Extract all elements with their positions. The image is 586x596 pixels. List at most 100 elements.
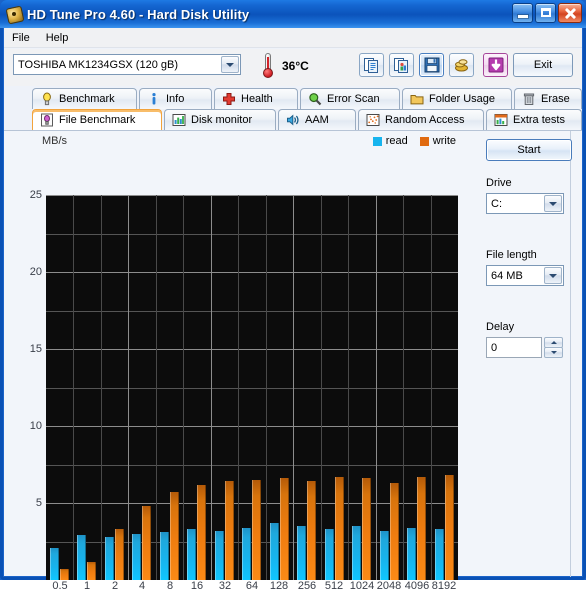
chart-bar-read <box>105 536 114 580</box>
tab-info[interactable]: Info <box>139 88 212 109</box>
chevron-down-icon[interactable] <box>221 56 239 73</box>
delay-label: Delay <box>486 321 515 333</box>
drive-label: Drive <box>486 177 512 189</box>
red-cross-icon <box>222 92 236 106</box>
thermometer-icon <box>260 52 276 78</box>
start-button[interactable]: Start <box>486 139 572 161</box>
chart-bar-write <box>335 476 344 580</box>
window-frame: HD Tune Pro 4.60 - Hard Disk Utility Fil… <box>0 0 586 592</box>
chart-bar-write <box>225 481 234 580</box>
drive-combo[interactable]: C: <box>486 193 564 214</box>
chart-bar-read <box>77 535 86 580</box>
menu-bar: File Help <box>4 28 582 48</box>
tab-random-access[interactable]: Random Access <box>358 109 484 130</box>
chart-x-tick-label: 4096 <box>404 580 430 592</box>
menu-item-file[interactable]: File <box>12 32 30 44</box>
chart-gridline-v <box>238 195 239 580</box>
chart-bar-read <box>242 527 251 580</box>
gold-coins-button[interactable] <box>449 53 474 77</box>
chart-bar-write <box>197 484 206 580</box>
tab-info-label: Info <box>166 93 185 105</box>
maximize-button[interactable] <box>535 3 556 23</box>
chart-gridline-h <box>46 272 458 273</box>
chart-bar-write <box>87 561 96 580</box>
chart-gridline-v <box>183 195 184 580</box>
exit-button[interactable]: Exit <box>513 53 573 77</box>
chart-bar-read <box>407 527 416 580</box>
chart-x-tick-label: 0.5 <box>52 580 68 592</box>
benchmark-chart: MB/s read write 5 10 15 20 25 0.5 1 2 4 8 16 <box>4 131 474 592</box>
tab-health[interactable]: Health <box>214 88 298 109</box>
chart-x-tick-label: 8 <box>166 580 174 592</box>
window-title: HD Tune Pro 4.60 - Hard Disk Utility <box>27 6 250 22</box>
copy-text-button[interactable] <box>359 53 384 77</box>
chart-x-tick-label: 1024 <box>349 580 375 592</box>
chart-plot-area <box>46 195 458 580</box>
chart-bar-read <box>380 530 389 580</box>
file-length-combo[interactable]: 64 MB <box>486 265 564 286</box>
tab-benchmark[interactable]: Benchmark <box>32 88 137 109</box>
chart-legend: read write <box>372 135 456 147</box>
chart-gridline-h-minor <box>46 464 458 466</box>
download-arrow-icon <box>488 57 503 73</box>
legend-swatch-read <box>372 136 382 146</box>
chart-bar-read <box>435 529 444 580</box>
chart-gridline-h-minor <box>46 233 458 235</box>
legend-label-read: read <box>385 135 408 147</box>
chart-x-tick-label: 8192 <box>431 580 457 592</box>
legend-swatch-write <box>419 136 429 146</box>
tab-benchmark-label: Benchmark <box>59 93 115 105</box>
tab-aam[interactable]: AAM <box>278 109 356 130</box>
chart-x-tick-label: 32 <box>218 580 232 592</box>
tab-row-primary: Benchmark Info Health Error Scan Folder … <box>4 88 582 110</box>
copy-image-button[interactable] <box>389 53 414 77</box>
chart-x-tick-label: 2048 <box>376 580 402 592</box>
copy-text-icon <box>363 58 378 73</box>
chevron-down-icon[interactable] <box>544 195 562 212</box>
chart-bar-read <box>325 529 334 580</box>
close-button[interactable] <box>558 3 582 23</box>
delay-decrement-button[interactable] <box>544 347 563 358</box>
chart-gridline-h <box>46 195 458 196</box>
magnifier-icon <box>308 92 322 106</box>
file-benchmark-icon <box>40 113 54 127</box>
copy-image-icon <box>393 58 408 73</box>
chevron-down-icon[interactable] <box>544 267 562 284</box>
chart-bar-read <box>215 530 224 580</box>
save-button[interactable] <box>419 53 444 77</box>
file-length-label: File length <box>486 249 537 261</box>
delay-input[interactable]: 0 <box>486 337 542 358</box>
chart-x-tick-label: 64 <box>245 580 259 592</box>
download-button[interactable] <box>483 53 508 77</box>
file-length-combo-value: 64 MB <box>491 269 523 282</box>
tab-row-secondary: File Benchmark Disk monitor AAM Random A… <box>4 109 582 131</box>
tab-disk-monitor[interactable]: Disk monitor <box>164 109 276 130</box>
chart-gridline-v <box>101 195 102 580</box>
tab-extra-tests[interactable]: Extra tests <box>486 109 582 130</box>
tab-file-benchmark[interactable]: File Benchmark <box>32 109 162 131</box>
chart-bar-write <box>445 475 454 580</box>
menu-item-help[interactable]: Help <box>46 32 69 44</box>
tab-erase[interactable]: Erase <box>514 88 582 109</box>
chart-y-tick-label: 25 <box>29 189 42 201</box>
hard-disk-icon <box>5 5 25 25</box>
tab-error-scan[interactable]: Error Scan <box>300 88 400 109</box>
chart-bar-write <box>170 492 179 580</box>
drive-select[interactable]: TOSHIBA MK1234GSX (120 gB) <box>13 54 241 75</box>
bar-chart-icon <box>172 113 186 127</box>
chart-gridline-h <box>46 349 458 350</box>
toolbar: TOSHIBA MK1234GSX (120 gB) 36°C Exit <box>4 49 582 86</box>
chart-gridline-h-minor <box>46 387 458 389</box>
chart-bar-write <box>280 478 289 580</box>
chart-y-tick-label: 15 <box>29 343 42 355</box>
chart-bar-read <box>352 526 361 580</box>
minimize-button[interactable] <box>512 3 533 23</box>
legend-item-write: write <box>419 135 456 147</box>
chart-x-tick-label: 4 <box>138 580 146 592</box>
tab-extra-tests-label: Extra tests <box>513 114 565 126</box>
temperature-value: 36°C <box>282 59 309 73</box>
chart-bar-read <box>187 529 196 580</box>
tab-folder-usage[interactable]: Folder Usage <box>402 88 512 109</box>
legend-label-write: write <box>432 135 456 147</box>
chart-gridline-h-minor <box>46 310 458 312</box>
